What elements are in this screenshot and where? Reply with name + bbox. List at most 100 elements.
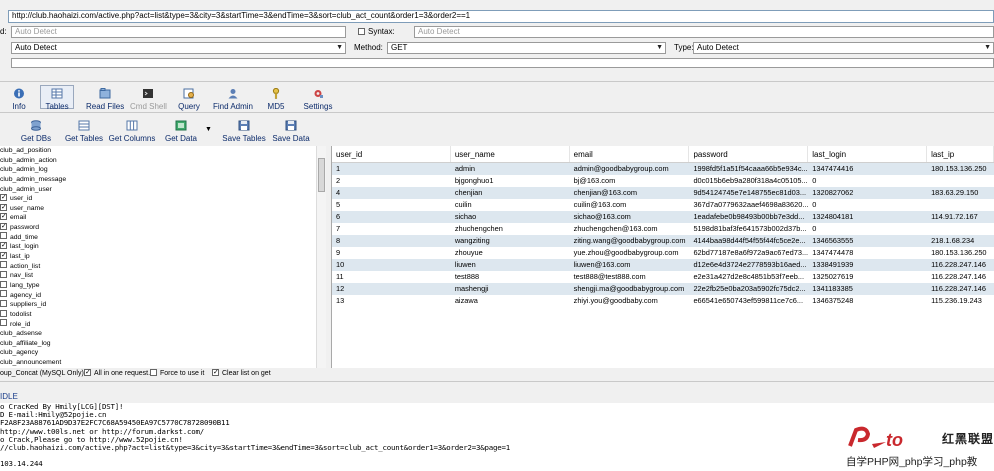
column-checkbox[interactable] xyxy=(0,280,7,288)
tree-scrollbar[interactable] xyxy=(316,146,326,368)
table-cell: aizawa xyxy=(454,296,478,305)
force-option[interactable]: Force to use it xyxy=(150,368,204,378)
tree-item[interactable]: club_admin_action xyxy=(0,156,325,166)
divider xyxy=(0,81,994,82)
tree-item[interactable]: action_list xyxy=(0,261,325,272)
column-header[interactable]: last_ip xyxy=(927,146,994,162)
table-cell: 5 xyxy=(336,200,341,209)
tree-item[interactable]: suppliers_id xyxy=(0,299,325,310)
tree-item[interactable]: agency_id xyxy=(0,290,325,301)
tree-item[interactable]: club_ad_position xyxy=(0,146,325,156)
column-header[interactable]: last_login xyxy=(808,146,928,162)
tree-item[interactable]: club_agency xyxy=(0,348,325,358)
column-checkbox[interactable] xyxy=(0,242,7,250)
table-row[interactable]: 6 sichao sichao@163.com 1eadafebe0b98493b00… xyxy=(332,211,994,223)
table-row[interactable]: 10 liuwen liuwen@163.com d12e6e4d3724e27785… xyxy=(332,259,994,271)
tree-item[interactable]: club_announcement xyxy=(0,358,325,368)
column-header[interactable]: password xyxy=(689,146,809,162)
column-checkbox[interactable] xyxy=(0,232,7,240)
tree-item[interactable]: club_admin_log xyxy=(0,165,325,175)
table-row[interactable]: 13 aizawa zhiyi.you@goodbaby.com e66541e650… xyxy=(332,295,994,307)
get-data-button[interactable]: Get Data xyxy=(164,120,198,144)
all-in-one-option[interactable]: All in one request. xyxy=(84,368,150,378)
tree-item[interactable]: club_admin_user xyxy=(0,185,325,195)
tree-item[interactable]: last_ip xyxy=(0,251,325,262)
table-cell: 5198d81baf3fe641573b002d37b... xyxy=(693,224,807,233)
tree-item[interactable]: last_login xyxy=(0,242,325,252)
tree-item[interactable]: lang_type xyxy=(0,280,325,291)
table-row[interactable]: 1 admin admin@goodbabygroup.com 1998fd5f1a5… xyxy=(332,163,994,175)
group-concat-option[interactable]: oup_Concat (MySQL Only) xyxy=(0,369,84,378)
get-dbs-button[interactable]: Get DBs xyxy=(20,120,52,144)
table-row[interactable]: 5 cuilin cuilin@163.com 367d7a0779632aaef46… xyxy=(332,199,994,211)
tab-read-files[interactable]: Read Files xyxy=(86,88,124,112)
tree-item[interactable]: todolist xyxy=(0,309,325,320)
column-checkbox[interactable] xyxy=(0,213,7,221)
table-row[interactable]: 12 mashengji shengji.ma@goodbabygroup.com 2… xyxy=(332,283,994,295)
keyword-input[interactable]: Auto Detect xyxy=(11,26,346,38)
cmd-shell-icon xyxy=(143,89,153,98)
column-header[interactable]: email xyxy=(570,146,690,162)
all-in-one-checkbox[interactable] xyxy=(84,368,91,376)
tree-item[interactable]: add_time xyxy=(0,232,325,243)
table-tree[interactable]: club_ad_position club_admin_action club_ad… xyxy=(0,146,326,368)
table-cell: 1325027619 xyxy=(812,272,854,281)
table-row[interactable]: 7 zhuchengchen zhuchengchen@163.com 5198d81… xyxy=(332,223,994,235)
column-checkbox[interactable] xyxy=(0,319,7,327)
tab-cmd-shell[interactable]: Cmd Shell xyxy=(130,88,167,112)
column-checkbox[interactable] xyxy=(0,261,7,269)
column-checkbox[interactable] xyxy=(0,309,7,317)
tree-item[interactable]: nav_list xyxy=(0,271,325,281)
save-tables-button[interactable]: Save Tables xyxy=(222,120,266,144)
table-row[interactable]: 8 wangziting ziting.wang@goodbabygroup.com… xyxy=(332,235,994,247)
tree-item[interactable]: password xyxy=(0,222,325,233)
tab-find-admin-label: Find Admin xyxy=(212,102,254,111)
get-columns-button[interactable]: Get Columns xyxy=(108,120,156,144)
tree-item[interactable]: role_id xyxy=(0,319,325,330)
save-data-button[interactable]: Save Data xyxy=(272,120,310,144)
get-tables-button[interactable]: Get Tables xyxy=(64,120,104,144)
syntax-checkbox[interactable] xyxy=(358,28,365,35)
tab-tables[interactable]: Tables xyxy=(40,85,74,111)
tree-item[interactable]: user_id xyxy=(0,193,325,204)
tree-item[interactable]: club_admin_message xyxy=(0,175,325,185)
syntax-input[interactable]: Auto Detect xyxy=(414,26,994,38)
tree-item[interactable]: club_affiliate_log xyxy=(0,339,325,349)
clear-list-checkbox[interactable] xyxy=(212,368,219,376)
table-row[interactable]: 9 zhouyue yue.zhou@goodbabygroup.com 62bd77… xyxy=(332,247,994,259)
type-select[interactable]: Auto Detect ▼ xyxy=(693,42,994,54)
force-checkbox[interactable] xyxy=(150,368,157,376)
column-checkbox[interactable] xyxy=(0,193,7,201)
column-checkbox[interactable] xyxy=(0,299,7,307)
method-select[interactable]: GET ▼ xyxy=(387,42,666,54)
db-type-select[interactable]: Auto Detect ▼ xyxy=(11,42,346,54)
table-row[interactable]: 11 test888 test888@test888.com e2e31a427d2e… xyxy=(332,271,994,283)
table-cell: 115.236.19.243 xyxy=(931,296,982,305)
tab-find-admin[interactable]: Find Admin xyxy=(212,88,254,112)
tab-settings[interactable]: Settings xyxy=(302,88,334,112)
table-cell: e66541e650743ef599811ce7c6... xyxy=(693,296,804,305)
column-header[interactable]: user_id xyxy=(332,146,451,162)
column-header[interactable]: user_name xyxy=(451,146,570,162)
tree-item[interactable]: email xyxy=(0,213,325,223)
table-cell: 62bd77187e8a6f972a9ac67ed73... xyxy=(693,248,809,257)
table-row[interactable]: 2 bjgonghuo1 bj@163.com d0c015b6eb9a280f318… xyxy=(332,175,994,187)
column-checkbox[interactable] xyxy=(0,271,7,279)
column-checkbox[interactable] xyxy=(0,203,7,211)
tab-info[interactable]: Info xyxy=(8,88,30,112)
column-checkbox[interactable] xyxy=(0,251,7,259)
tab-query[interactable]: Query xyxy=(178,88,200,112)
scrollbar-thumb[interactable] xyxy=(318,158,325,192)
table-cell: 1998fd5f1a51f54caaa66b5e934c... xyxy=(693,164,808,173)
data-grid[interactable]: user_id user_name email password last_login l… xyxy=(331,146,994,368)
tab-md5[interactable]: MD5 xyxy=(264,88,288,112)
svg-text:to: to xyxy=(886,430,903,450)
tree-item[interactable]: user_name xyxy=(0,203,325,214)
column-checkbox[interactable] xyxy=(0,290,7,298)
tree-item[interactable]: club_adsense xyxy=(0,329,325,339)
clear-list-option[interactable]: Clear list on get xyxy=(212,368,271,378)
url-input[interactable]: http://club.haohaizi.com/active.php?act=… xyxy=(8,10,994,23)
get-data-dropdown-icon[interactable]: ▼ xyxy=(205,126,212,133)
column-checkbox[interactable] xyxy=(0,222,7,230)
table-row[interactable]: 4 chenjian chenjian@163.com 9d54124745e7e14… xyxy=(332,187,994,199)
